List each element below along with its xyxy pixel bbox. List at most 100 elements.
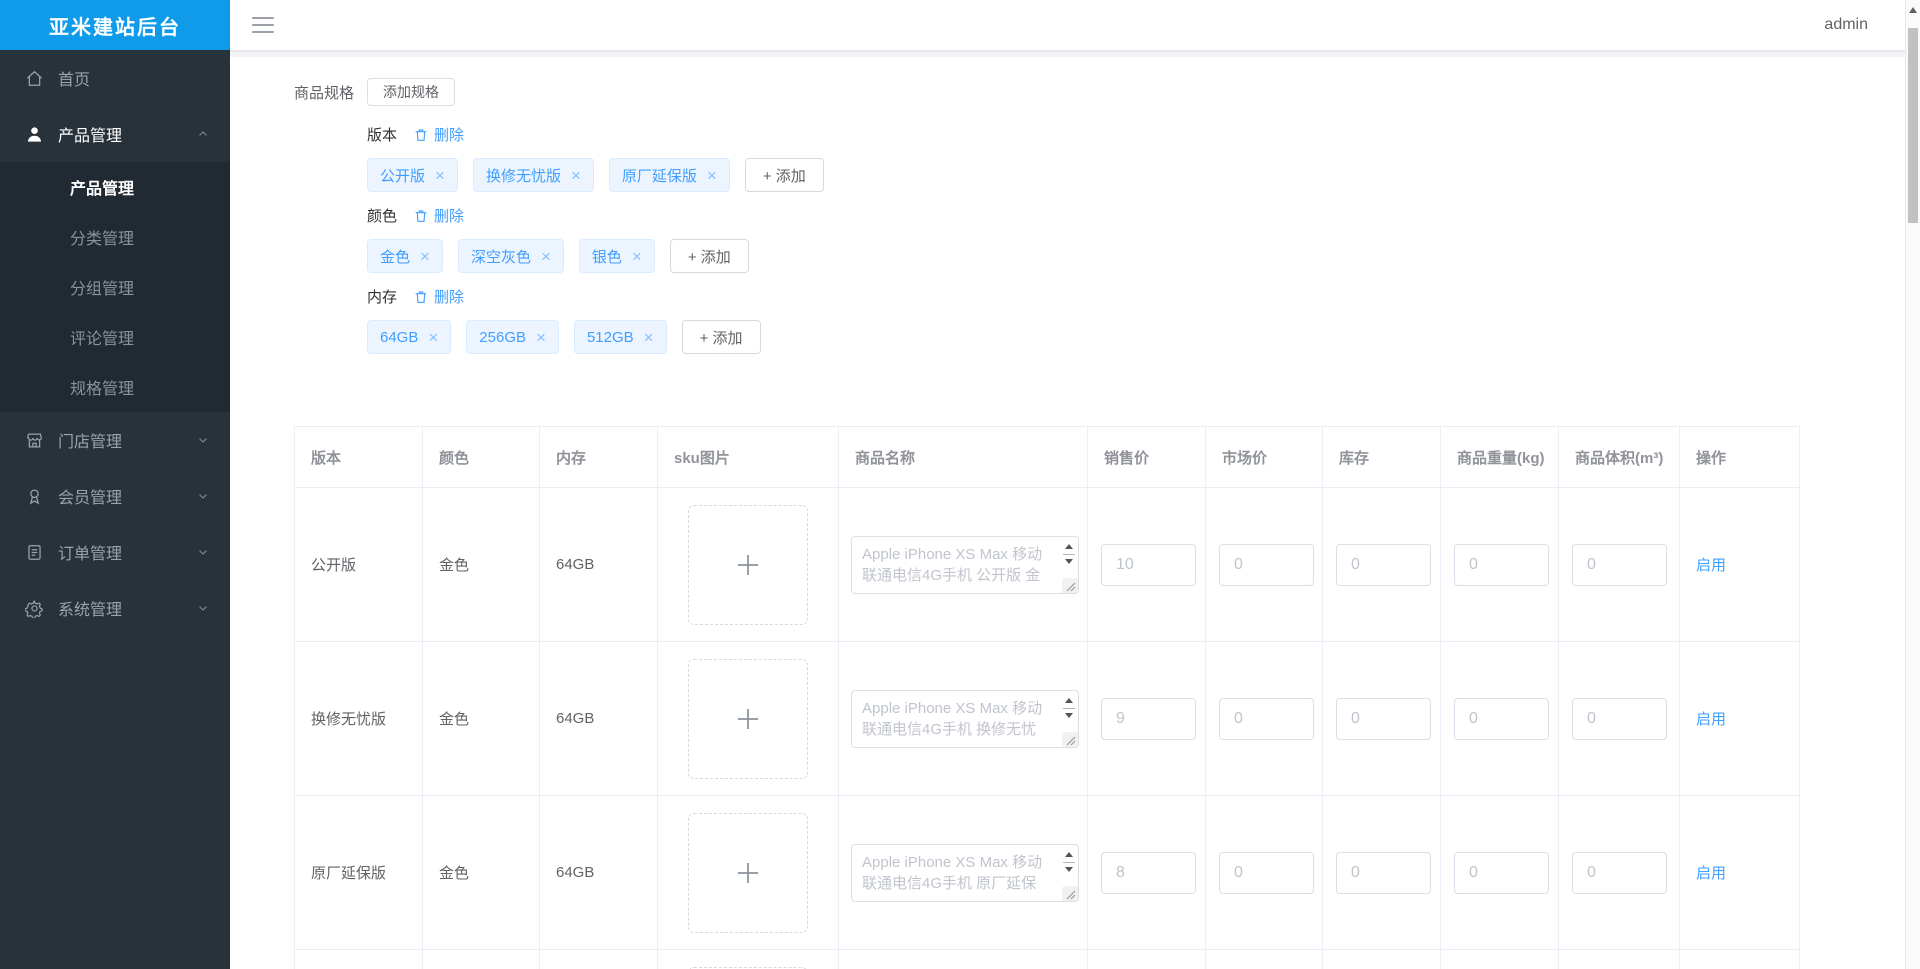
close-icon[interactable]: ×: [536, 329, 546, 346]
sku-image-upload[interactable]: [688, 504, 808, 625]
weight-input-value: 0: [1469, 863, 1478, 881]
sidebar-subitem-category[interactable]: 分类管理: [0, 212, 230, 262]
sidebar-item-store[interactable]: 门店管理: [0, 412, 230, 468]
stock-input[interactable]: 0: [1336, 697, 1431, 740]
enable-link[interactable]: 启用: [1696, 711, 1726, 728]
spec-tag-label: 深空灰色: [470, 248, 531, 266]
sale-price-input[interactable]: 9: [1101, 697, 1196, 740]
market-price-input[interactable]: 0: [1219, 543, 1314, 586]
scroll-down-icon[interactable]: [1065, 712, 1073, 718]
sku-image-upload[interactable]: [688, 812, 808, 933]
sidebar-item-member[interactable]: 会员管理: [0, 468, 230, 524]
cell-stock: 0: [1322, 795, 1441, 950]
sidebar-item-order[interactable]: 订单管理: [0, 524, 230, 580]
close-icon[interactable]: ×: [571, 167, 581, 184]
close-icon[interactable]: ×: [541, 248, 551, 265]
sale-price-input[interactable]: 10: [1101, 543, 1196, 586]
enable-link[interactable]: 启用: [1696, 557, 1726, 574]
sidebar-item-system[interactable]: 系统管理: [0, 580, 230, 636]
scroll-up-icon[interactable]: [1065, 851, 1073, 857]
delete-spec-button[interactable]: 删除: [413, 124, 464, 145]
close-icon[interactable]: ×: [632, 248, 642, 265]
scroll-down-icon[interactable]: [1065, 866, 1073, 872]
product-name-textarea[interactable]: Apple iPhone XS Max 移动 联通电信4G手机 公开版 金: [851, 535, 1079, 594]
sidebar-item-product[interactable]: 产品管理: [0, 106, 230, 162]
chevron-up-icon: [196, 127, 210, 141]
sidebar-subitem-product-list[interactable]: 产品管理: [0, 162, 230, 212]
cell-color: 金色: [422, 487, 540, 642]
spec-tag-label: 原厂延保版: [621, 167, 697, 185]
scrollbar-divider: [1063, 861, 1075, 863]
spec-tag-label: 银色: [591, 248, 622, 266]
product-name-line: 联通电信4G手机 换修无忧: [862, 720, 1037, 738]
add-tag-button[interactable]: + 添加: [744, 158, 824, 192]
cell-volume: 0: [1558, 795, 1680, 950]
scrollbar-thumb[interactable]: [1908, 28, 1918, 223]
scroll-up-icon[interactable]: [1909, 7, 1917, 13]
market-price-input[interactable]: 0: [1219, 697, 1314, 740]
delete-label: 删除: [434, 127, 465, 144]
product-name-line: 联通电信4G手机 原厂延保: [862, 874, 1037, 892]
sidebar-subitem-comment[interactable]: 评论管理: [0, 312, 230, 362]
hamburger-icon[interactable]: [252, 17, 274, 33]
plus-icon: [733, 550, 763, 580]
resize-grip-icon[interactable]: [1062, 731, 1078, 747]
spec-tag: 换修无忧版 ×: [472, 158, 594, 192]
cell-memory: [539, 949, 658, 969]
cell-action: 启用: [1679, 641, 1800, 796]
sku-image-upload[interactable]: [688, 658, 808, 779]
scroll-up-icon[interactable]: [1065, 697, 1073, 703]
add-tag-button[interactable]: + 添加: [669, 239, 749, 273]
product-name-textarea[interactable]: Apple iPhone XS Max 移动 联通电信4G手机 换修无忧: [851, 689, 1079, 748]
page-scrollbar[interactable]: [1905, 0, 1920, 969]
market-price-input-value: 0: [1234, 555, 1243, 573]
stock-input[interactable]: 0: [1336, 543, 1431, 586]
spec-tag-label: 公开版: [380, 167, 426, 185]
delete-spec-button[interactable]: 删除: [413, 286, 464, 307]
spec-tag: 256GB ×: [466, 320, 559, 354]
app-logo: 亚米建站后台: [0, 0, 230, 50]
close-icon[interactable]: ×: [707, 167, 717, 184]
plus-icon: [733, 858, 763, 888]
add-tag-button[interactable]: + 添加: [681, 320, 761, 354]
cell-stock: 0: [1322, 641, 1441, 796]
sidebar-submenu-product: 产品管理 分类管理 分组管理 评论管理 规格管理: [0, 162, 230, 412]
resize-grip-icon[interactable]: [1062, 885, 1078, 901]
spec-tag-label: 256GB: [479, 328, 526, 346]
weight-input[interactable]: 0: [1454, 697, 1549, 740]
cell-action: 启用: [1679, 487, 1800, 642]
close-icon[interactable]: ×: [644, 329, 654, 346]
spec-tag-row-color: 金色 × 深空灰色 × 银色 × + 添加: [367, 239, 1880, 273]
volume-input[interactable]: 0: [1572, 851, 1667, 894]
sidebar-subitem-group[interactable]: 分组管理: [0, 262, 230, 312]
volume-input[interactable]: 0: [1572, 697, 1667, 740]
weight-input[interactable]: 0: [1454, 851, 1549, 894]
cell-stock: [1322, 949, 1441, 969]
close-icon[interactable]: ×: [420, 248, 430, 265]
sidebar-item-home[interactable]: 首页: [0, 50, 230, 106]
delete-spec-button[interactable]: 删除: [413, 205, 464, 226]
stock-input[interactable]: 0: [1336, 851, 1431, 894]
chevron-down-icon: [196, 433, 210, 447]
sku-column-header: 库存: [1322, 426, 1441, 488]
weight-input[interactable]: 0: [1454, 543, 1549, 586]
market-price-input[interactable]: 0: [1219, 851, 1314, 894]
spec-group-title-version: 版本 删除: [367, 124, 1880, 145]
enable-link[interactable]: 启用: [1696, 865, 1726, 882]
sidebar-subitem-spec[interactable]: 规格管理: [0, 362, 230, 412]
resize-grip-icon[interactable]: [1062, 577, 1078, 593]
spec-tag-label: 64GB: [380, 328, 419, 346]
topbar-user[interactable]: admin: [1824, 16, 1868, 34]
trash-icon: [413, 127, 429, 143]
scroll-down-icon[interactable]: [1065, 558, 1073, 564]
add-spec-button[interactable]: 添加规格: [367, 78, 455, 106]
sale-price-input[interactable]: 8: [1101, 851, 1196, 894]
spec-tag: 金色 ×: [367, 239, 443, 273]
scroll-up-icon[interactable]: [1065, 543, 1073, 549]
product-name-textarea[interactable]: Apple iPhone XS Max 移动 联通电信4G手机 原厂延保: [851, 843, 1079, 902]
close-icon[interactable]: ×: [428, 329, 438, 346]
close-icon[interactable]: ×: [435, 167, 445, 184]
spec-tag: 原厂延保版 ×: [608, 158, 730, 192]
volume-input[interactable]: 0: [1572, 543, 1667, 586]
shop-icon: [24, 430, 44, 450]
